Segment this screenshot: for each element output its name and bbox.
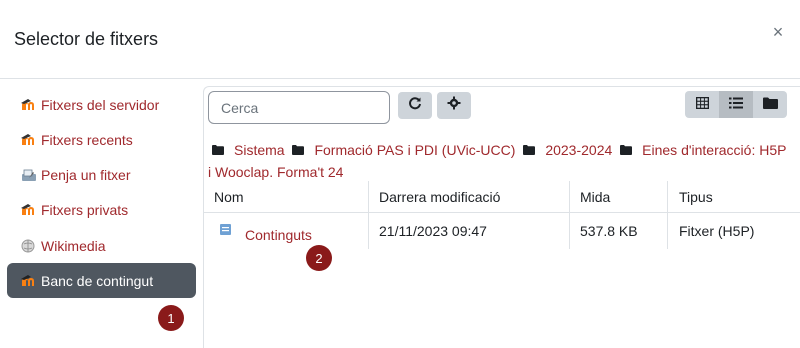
folder-icon <box>292 145 305 156</box>
sidebar-item-label: Wikimedia <box>41 237 106 254</box>
sidebar-item-label: Fitxers privats <box>41 201 129 218</box>
table-header-divider <box>204 212 800 213</box>
file-size: 537.8 KB <box>580 223 638 239</box>
moodle-icon <box>21 132 39 148</box>
folder-view-button[interactable] <box>753 91 787 118</box>
list-view-icon <box>729 96 743 114</box>
sidebar-item-label: Penja un fitxer <box>41 166 131 183</box>
sidebar-item-label: Fitxers recents <box>41 131 133 148</box>
file-table: Nom Darrera modificació Mida Tipus Conti… <box>204 181 800 249</box>
column-divider <box>667 181 668 249</box>
list-view-button[interactable] <box>719 91 753 118</box>
sidebar-item-wikimedia[interactable]: Wikimedia <box>7 228 196 263</box>
file-type: Fitxer (H5P) <box>679 223 755 239</box>
folder-icon <box>620 145 633 156</box>
sidebar-item-label: Banc de contingut <box>41 272 154 289</box>
sidebar-item-private-files[interactable]: Fitxers privats <box>7 192 196 227</box>
folder-icon <box>523 145 536 156</box>
sidebar-item-label: Fitxers del servidor <box>41 96 160 113</box>
grid-view-button[interactable] <box>685 91 719 118</box>
folder-view-icon <box>762 96 778 114</box>
file-name-link[interactable]: Continguts <box>245 227 312 243</box>
moodle-icon <box>21 97 39 113</box>
column-header-name[interactable]: Nom <box>214 189 244 205</box>
refresh-icon <box>408 96 422 115</box>
sidebar-item-server-files[interactable]: Fitxers del servidor <box>7 87 196 122</box>
moodle-icon <box>21 202 39 218</box>
gear-icon <box>447 96 461 115</box>
h5p-file-icon <box>220 222 231 238</box>
close-icon[interactable]: × <box>770 22 786 43</box>
dialog-header: Selector de fitxers × <box>0 0 800 79</box>
breadcrumb-item[interactable]: Formació PAS i PDI (UVic-UCC) <box>288 142 515 158</box>
sidebar-item-recent-files[interactable]: Fitxers recents <box>7 122 196 157</box>
column-header-size[interactable]: Mida <box>580 189 610 205</box>
wikimedia-icon <box>21 238 39 254</box>
breadcrumb-item[interactable]: 2023-2024 <box>519 142 612 158</box>
column-divider <box>368 181 369 249</box>
sidebar-item-content-bank[interactable]: Banc de contingut <box>7 263 196 298</box>
file-modified: 21/11/2023 09:47 <box>379 223 487 239</box>
breadcrumb-item[interactable]: Sistema <box>208 142 285 158</box>
search-input[interactable] <box>208 91 390 124</box>
step-badge-2: 2 <box>306 245 332 271</box>
view-switcher <box>685 91 787 118</box>
refresh-button[interactable] <box>398 92 432 119</box>
moodle-icon <box>21 273 39 289</box>
upload-icon <box>21 167 39 183</box>
breadcrumb: Sistema Formació PAS i PDI (UVic-UCC) 20… <box>208 139 793 183</box>
folder-icon <box>212 145 224 156</box>
column-header-type[interactable]: Tipus <box>679 189 713 205</box>
dialog-title: Selector de fitxers <box>14 29 159 49</box>
column-divider <box>569 181 570 249</box>
sidebar-item-upload-file[interactable]: Penja un fitxer <box>7 157 196 192</box>
grid-view-icon <box>695 96 709 114</box>
column-header-modified[interactable]: Darrera modificació <box>379 189 500 205</box>
settings-button[interactable] <box>437 92 471 119</box>
step-badge-1: 1 <box>158 305 184 331</box>
